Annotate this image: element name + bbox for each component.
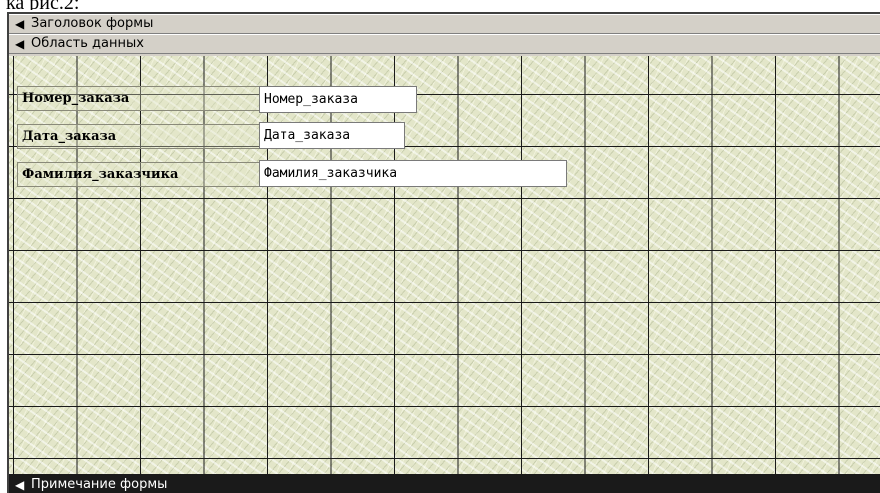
customer-surname-textbox[interactable]: Фамилия_заказчика bbox=[259, 160, 567, 187]
document-caption: ка рис.2: bbox=[6, 0, 79, 10]
form-header-label: Заголовок формы bbox=[31, 16, 154, 31]
detail-section-label: Область данных bbox=[31, 36, 144, 51]
order-date-label[interactable]: Дата_заказа bbox=[17, 124, 265, 149]
page: ка рис.2: ◀ Заголовок формы ◀ Область да… bbox=[0, 0, 880, 493]
order-date-textbox[interactable]: Дата_заказа bbox=[259, 122, 405, 149]
form-designer: ◀ Заголовок формы ◀ Область данных Номер… bbox=[7, 12, 880, 493]
form-footer-label: Примечание формы bbox=[31, 477, 168, 492]
section-marker-icon: ◀ bbox=[15, 478, 25, 492]
order-number-label[interactable]: Номер_заказа bbox=[17, 86, 265, 111]
section-marker-icon: ◀ bbox=[15, 37, 25, 51]
detail-section-bar[interactable]: ◀ Область данных bbox=[9, 34, 880, 54]
detail-section-canvas[interactable]: Номер_заказа Номер_заказа Дата_заказа Да… bbox=[9, 56, 880, 474]
order-number-textbox[interactable]: Номер_заказа bbox=[259, 86, 417, 113]
form-footer-section-bar[interactable]: ◀ Примечание формы bbox=[9, 474, 880, 493]
form-header-section-bar[interactable]: ◀ Заголовок формы bbox=[9, 14, 880, 34]
section-marker-icon: ◀ bbox=[15, 17, 25, 31]
customer-surname-label[interactable]: Фамилия_заказчика bbox=[17, 162, 265, 187]
